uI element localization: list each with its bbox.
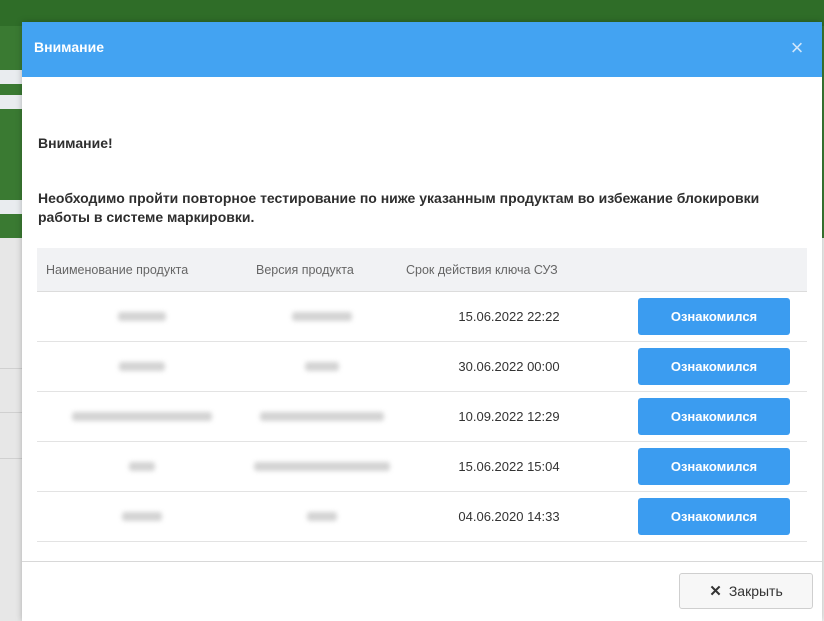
background-list — [0, 238, 22, 621]
redacted-product-name — [122, 512, 162, 521]
redacted-product-name — [72, 412, 212, 421]
footer-divider — [22, 561, 822, 562]
background-row-divider — [0, 368, 22, 369]
redacted-product-version — [292, 312, 352, 321]
close-button-label: Закрыть — [728, 583, 783, 599]
background-row-divider — [0, 458, 22, 459]
product-version-cell — [247, 341, 397, 392]
column-header-product-version: Версия продукта — [247, 248, 397, 292]
action-cell: Ознакомился — [621, 341, 807, 392]
attention-dialog: Внимание × Внимание! Необходимо пройти п… — [22, 22, 822, 621]
product-version-cell — [247, 291, 397, 342]
redacted-product-version — [305, 362, 339, 371]
action-cell: Ознакомился — [621, 441, 807, 492]
action-cell: Ознакомился — [621, 391, 807, 442]
table-row: 15.06.2022 15:04 Ознакомился — [37, 441, 807, 492]
redacted-product-name — [119, 362, 165, 371]
column-header-action — [621, 248, 807, 292]
action-cell: Ознакомился — [621, 491, 807, 542]
table-row: 10.09.2022 12:29 Ознакомился — [37, 391, 807, 442]
alert-heading: Внимание! — [38, 135, 113, 151]
acknowledge-button[interactable]: Ознакомился — [638, 448, 790, 485]
product-name-cell — [37, 391, 247, 442]
redacted-product-name — [129, 462, 155, 471]
table-header-row: Наименование продукта Версия продукта Ср… — [37, 248, 807, 292]
table-row: 04.06.2020 14:33 Ознакомился — [37, 491, 807, 542]
redacted-product-version — [254, 462, 390, 471]
redacted-product-version — [260, 412, 384, 421]
product-name-cell — [37, 291, 247, 342]
acknowledge-button[interactable]: Ознакомился — [638, 348, 790, 385]
background-text-fragment — [0, 200, 22, 214]
column-header-product-name: Наименование продукта — [37, 248, 247, 292]
key-expiry-cell: 15.06.2022 15:04 — [397, 441, 621, 492]
acknowledge-button[interactable]: Ознакомился — [638, 498, 790, 535]
acknowledge-button[interactable]: Ознакомился — [638, 398, 790, 435]
close-button[interactable]: ✕ Закрыть — [679, 573, 813, 609]
close-icon[interactable]: × — [786, 35, 808, 61]
products-table: Наименование продукта Версия продукта Ср… — [37, 248, 807, 542]
table-row: 30.06.2022 00:00 Ознакомился — [37, 341, 807, 392]
dialog-title: Внимание — [34, 39, 104, 55]
redacted-product-name — [118, 312, 166, 321]
x-icon: ✕ — [709, 583, 722, 600]
product-name-cell — [37, 441, 247, 492]
key-expiry-cell: 10.09.2022 12:29 — [397, 391, 621, 442]
product-name-cell — [37, 491, 247, 542]
dialog-header: Внимание × — [22, 22, 822, 77]
product-version-cell — [247, 491, 397, 542]
action-cell: Ознакомился — [621, 291, 807, 342]
product-version-cell — [247, 391, 397, 442]
key-expiry-cell: 30.06.2022 00:00 — [397, 341, 621, 392]
column-header-key-expiry: Срок действия ключа СУЗ — [397, 248, 621, 292]
product-name-cell — [37, 341, 247, 392]
alert-message: Необходимо пройти повторное тестирование… — [38, 190, 760, 225]
table-row: 15.06.2022 22:22 Ознакомился — [37, 291, 807, 342]
redacted-product-version — [307, 512, 337, 521]
key-expiry-cell: 15.06.2022 22:22 — [397, 291, 621, 342]
acknowledge-button[interactable]: Ознакомился — [638, 298, 790, 335]
background-text-fragment — [0, 95, 22, 109]
product-version-cell — [247, 441, 397, 492]
key-expiry-cell: 04.06.2020 14:33 — [397, 491, 621, 542]
background-text-fragment — [0, 70, 22, 84]
background-row-divider — [0, 412, 22, 413]
